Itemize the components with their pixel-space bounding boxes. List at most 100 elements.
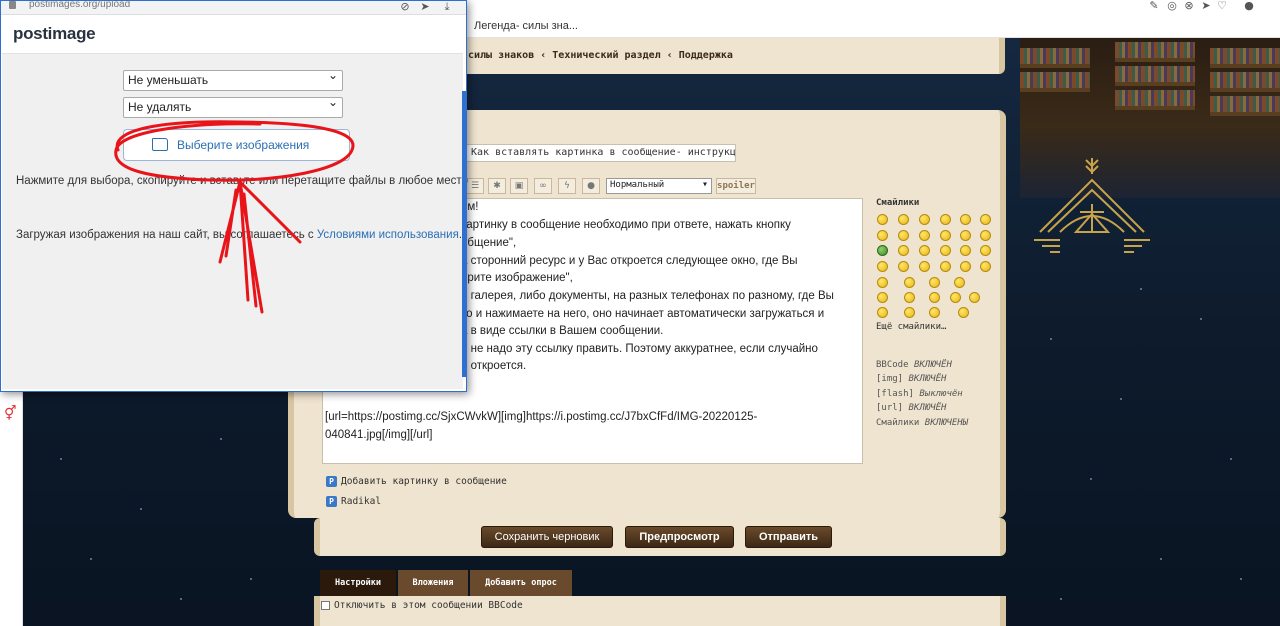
smiley-icon[interactable]	[960, 261, 971, 272]
smiley-icon[interactable]	[904, 307, 915, 318]
message-line: картинку в сообщение необходимо при отве…	[461, 219, 791, 231]
smiley-icon[interactable]	[877, 292, 888, 303]
smiley-icon[interactable]	[877, 307, 888, 318]
send-icon[interactable]: ➤	[1200, 0, 1212, 12]
smiley-icon[interactable]	[877, 277, 888, 288]
smiley-icon[interactable]	[904, 277, 915, 288]
smiley-icon[interactable]	[960, 214, 971, 225]
message-url-line: 040841.jpg[/img][/url]	[325, 429, 433, 441]
preview-button[interactable]: Предпросмотр	[625, 526, 734, 548]
message-line: о галерея, либо документы, на разных тел…	[461, 290, 834, 302]
upload-hint: Нажмите для выбора, скопируйте и вставьт…	[16, 175, 468, 187]
favorite-icon[interactable]: ♡	[1216, 0, 1228, 12]
choose-images-button[interactable]: Выберите изображения	[123, 129, 350, 161]
smiley-icon[interactable]	[877, 214, 888, 225]
smiley-icon[interactable]	[898, 261, 909, 272]
save-draft-button[interactable]: Сохранить черновик	[481, 526, 613, 548]
message-line: а сторонний ресурс и у Вас откроется сле…	[461, 255, 798, 267]
smiley-icon[interactable]	[898, 214, 909, 225]
share-icon[interactable]: ➤	[419, 1, 431, 13]
terms-text: Загружая изображения на наш сайт, вы сог…	[16, 229, 463, 241]
smiley-icon[interactable]	[919, 230, 930, 241]
list-icon[interactable]: ☰	[466, 178, 484, 194]
smiley-icon[interactable]	[898, 230, 909, 241]
smiley-icon[interactable]	[980, 214, 991, 225]
add-image-plugin[interactable]: P Добавить картинку в сообщение	[326, 476, 507, 487]
smiley-icon[interactable]	[958, 307, 969, 318]
postimage-icon: P	[326, 476, 337, 487]
popup-scrollbar[interactable]	[462, 91, 467, 377]
smiley-icon[interactable]	[940, 230, 951, 241]
message-line: а в виде ссылки в Вашем сообщении.	[461, 325, 664, 337]
smiley-icon[interactable]	[980, 261, 991, 272]
tab-add-poll[interactable]: Добавить опрос	[470, 570, 572, 596]
smiley-icon[interactable]	[980, 245, 991, 256]
smiley-icon[interactable]	[940, 261, 951, 272]
choose-images-label: Выберите изображения	[177, 138, 310, 152]
smiley-icon[interactable]	[904, 292, 915, 303]
checkbox[interactable]	[321, 601, 330, 610]
img-status: [img] ВКЛЮЧЁН	[876, 374, 947, 384]
tab-attachments[interactable]: Вложения	[398, 570, 468, 596]
smiley-icon[interactable]	[950, 292, 961, 303]
image-icon[interactable]: ▣	[510, 178, 528, 194]
subject-input[interactable]: Как вставлять картинка в сообщение- инст…	[466, 144, 736, 162]
radikal-plugin[interactable]: P Radikal	[326, 496, 381, 507]
screenshot-icon[interactable]: ◎	[1166, 0, 1178, 12]
download-icon[interactable]: ⤓	[441, 1, 453, 13]
smiley-icon[interactable]	[940, 214, 951, 225]
expire-select[interactable]: Не удалять	[123, 95, 343, 118]
smiley-icon[interactable]	[929, 292, 940, 303]
smiley-icon[interactable]	[960, 230, 971, 241]
smileys-title: Смайлики	[876, 198, 920, 208]
more-smileys-link[interactable]: Ещё смайлики…	[876, 322, 946, 332]
smiley-icon[interactable]	[919, 261, 930, 272]
postimage-popup: postimages.org/upload ⊘ ➤ ⤓ postimage Не…	[0, 0, 468, 392]
smiley-icon[interactable]	[877, 245, 888, 256]
shield-icon[interactable]: ⊘	[399, 1, 411, 13]
smiley-icon[interactable]	[929, 277, 940, 288]
smiley-icon[interactable]	[960, 245, 971, 256]
message-url-line: [url=https://postimg.cc/SjxCWvkW][img]ht…	[325, 411, 758, 423]
asterisk-icon[interactable]: ✱	[488, 178, 506, 194]
folder-icon	[152, 138, 168, 151]
font-size-select[interactable]: Нормальный	[606, 178, 712, 194]
message-line: то и нажимаете на него, оно начинает авт…	[461, 308, 825, 320]
smiley-icon[interactable]	[877, 230, 888, 241]
bbcode-status: BBCode ВКЛЮЧЁН	[876, 360, 952, 370]
rune-emblem-icon	[1034, 158, 1150, 253]
message-line: е откроется.	[461, 360, 527, 372]
edit-icon[interactable]: ✎	[1148, 0, 1160, 12]
popup-address-bar: postimages.org/upload ⊘ ➤ ⤓	[1, 0, 466, 15]
postimage-logo: postimage	[13, 24, 96, 43]
spoiler-button[interactable]: spoiler	[716, 178, 756, 194]
send-button[interactable]: Отправить	[745, 526, 832, 548]
smiley-icon[interactable]	[940, 245, 951, 256]
smiley-icon[interactable]	[929, 307, 940, 318]
message-line: общение",	[461, 237, 517, 249]
url-status: [url] ВКЛЮЧЁН	[876, 403, 947, 413]
smiley-icon[interactable]	[877, 261, 888, 272]
message-line: ерите изображение",	[461, 272, 573, 284]
link-icon[interactable]: ∞	[534, 178, 552, 194]
browser-tab-title[interactable]: Легенда- силы зна...	[474, 20, 578, 32]
smiley-icon[interactable]	[898, 245, 909, 256]
drop-icon[interactable]: ●	[582, 178, 600, 194]
flash-status: [flash] Выключён	[876, 389, 963, 399]
smiley-icon[interactable]	[954, 277, 965, 288]
disable-bbcode-option[interactable]: Отключить в этом сообщении BBCode	[321, 600, 523, 611]
smiley-icon[interactable]	[919, 245, 930, 256]
breadcrumb[interactable]: силы знаков ‹ Технический раздел ‹ Подде…	[468, 50, 733, 61]
tab-settings[interactable]: Настройки	[320, 570, 396, 596]
popup-url: postimages.org/upload	[29, 0, 131, 10]
profile-icon[interactable]: ●	[1243, 0, 1255, 12]
smiley-icon[interactable]	[980, 230, 991, 241]
smiley-icon[interactable]	[919, 214, 930, 225]
message-line: и не надо эту ссылку править. Поэтому ак…	[461, 343, 818, 355]
block-icon[interactable]: ⊗	[1183, 0, 1195, 12]
flash-icon[interactable]: ϟ	[558, 178, 576, 194]
upload-form: Не уменьшать Не удалять	[2, 53, 463, 389]
terms-link[interactable]: Условиями использования	[317, 229, 459, 241]
smiley-icon[interactable]	[969, 292, 980, 303]
resize-select[interactable]: Не уменьшать	[123, 68, 343, 91]
